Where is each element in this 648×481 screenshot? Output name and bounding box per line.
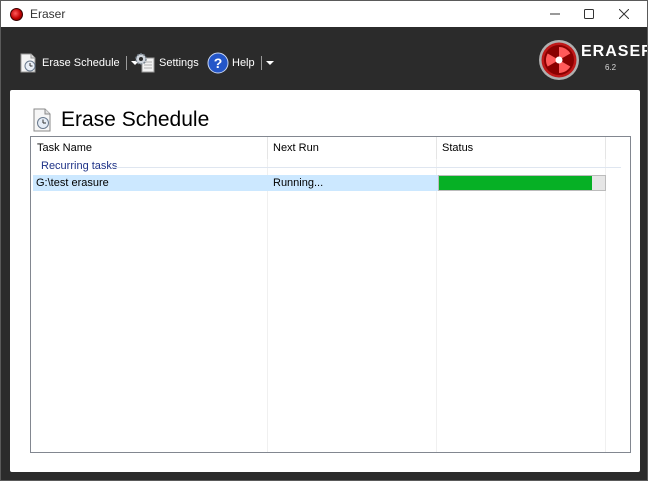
settings-button[interactable]: Settings xyxy=(134,51,199,75)
close-icon xyxy=(619,9,629,19)
erase-schedule-menu[interactable]: Erase Schedule xyxy=(17,51,139,75)
chevron-down-icon[interactable] xyxy=(265,61,274,65)
help-menu[interactable]: ? Help xyxy=(207,51,274,75)
toolbar: Erase Schedule Settings ? Help ERASER 6.… xyxy=(1,27,647,90)
help-icon: ? xyxy=(207,52,229,74)
header-divider[interactable] xyxy=(267,137,268,159)
column-header-next-run[interactable]: Next Run xyxy=(273,142,319,154)
maximize-icon xyxy=(584,9,594,19)
settings-label: Settings xyxy=(159,57,199,69)
column-header-task-name[interactable]: Task Name xyxy=(37,142,92,154)
eraser-app-icon xyxy=(10,8,23,21)
help-label: Help xyxy=(232,57,255,69)
column-header-status[interactable]: Status xyxy=(442,142,473,154)
erase-schedule-icon xyxy=(30,108,54,132)
brand-name: ERASER xyxy=(581,43,648,60)
version-label: 6.2 xyxy=(605,63,617,72)
page-title: Erase Schedule xyxy=(61,108,210,131)
erase-schedule-label: Erase Schedule xyxy=(42,57,120,69)
settings-gear-icon xyxy=(134,52,156,74)
table-row[interactable]: G:\test erasure Running... xyxy=(33,175,606,191)
close-button[interactable] xyxy=(601,1,647,27)
status-progress-bar xyxy=(438,175,606,191)
window-title: Eraser xyxy=(30,7,66,21)
toolbar-separator xyxy=(260,56,262,70)
toolbar-separator xyxy=(125,56,127,70)
content-panel: Erase Schedule Task Name Next Run Status… xyxy=(10,90,640,472)
list-header: Task Name Next Run Status xyxy=(31,137,630,159)
eraser-logo-icon xyxy=(538,39,580,81)
title-bar[interactable]: Eraser xyxy=(1,1,647,27)
header-divider[interactable] xyxy=(605,137,606,159)
task-name-cell: G:\test erasure xyxy=(36,177,109,189)
eraser-window: Eraser Erase Schedule Settings ? Help ER… xyxy=(0,0,648,481)
progress-fill xyxy=(439,176,592,190)
next-run-cell: Running... xyxy=(273,177,324,189)
minimize-icon xyxy=(550,13,560,15)
erase-schedule-icon xyxy=(17,52,39,74)
svg-text:?: ? xyxy=(214,55,223,71)
task-list[interactable]: Task Name Next Run Status Recurring task… xyxy=(30,136,631,453)
group-divider xyxy=(114,167,621,168)
header-divider[interactable] xyxy=(436,137,437,159)
group-label-recurring[interactable]: Recurring tasks xyxy=(41,160,117,172)
